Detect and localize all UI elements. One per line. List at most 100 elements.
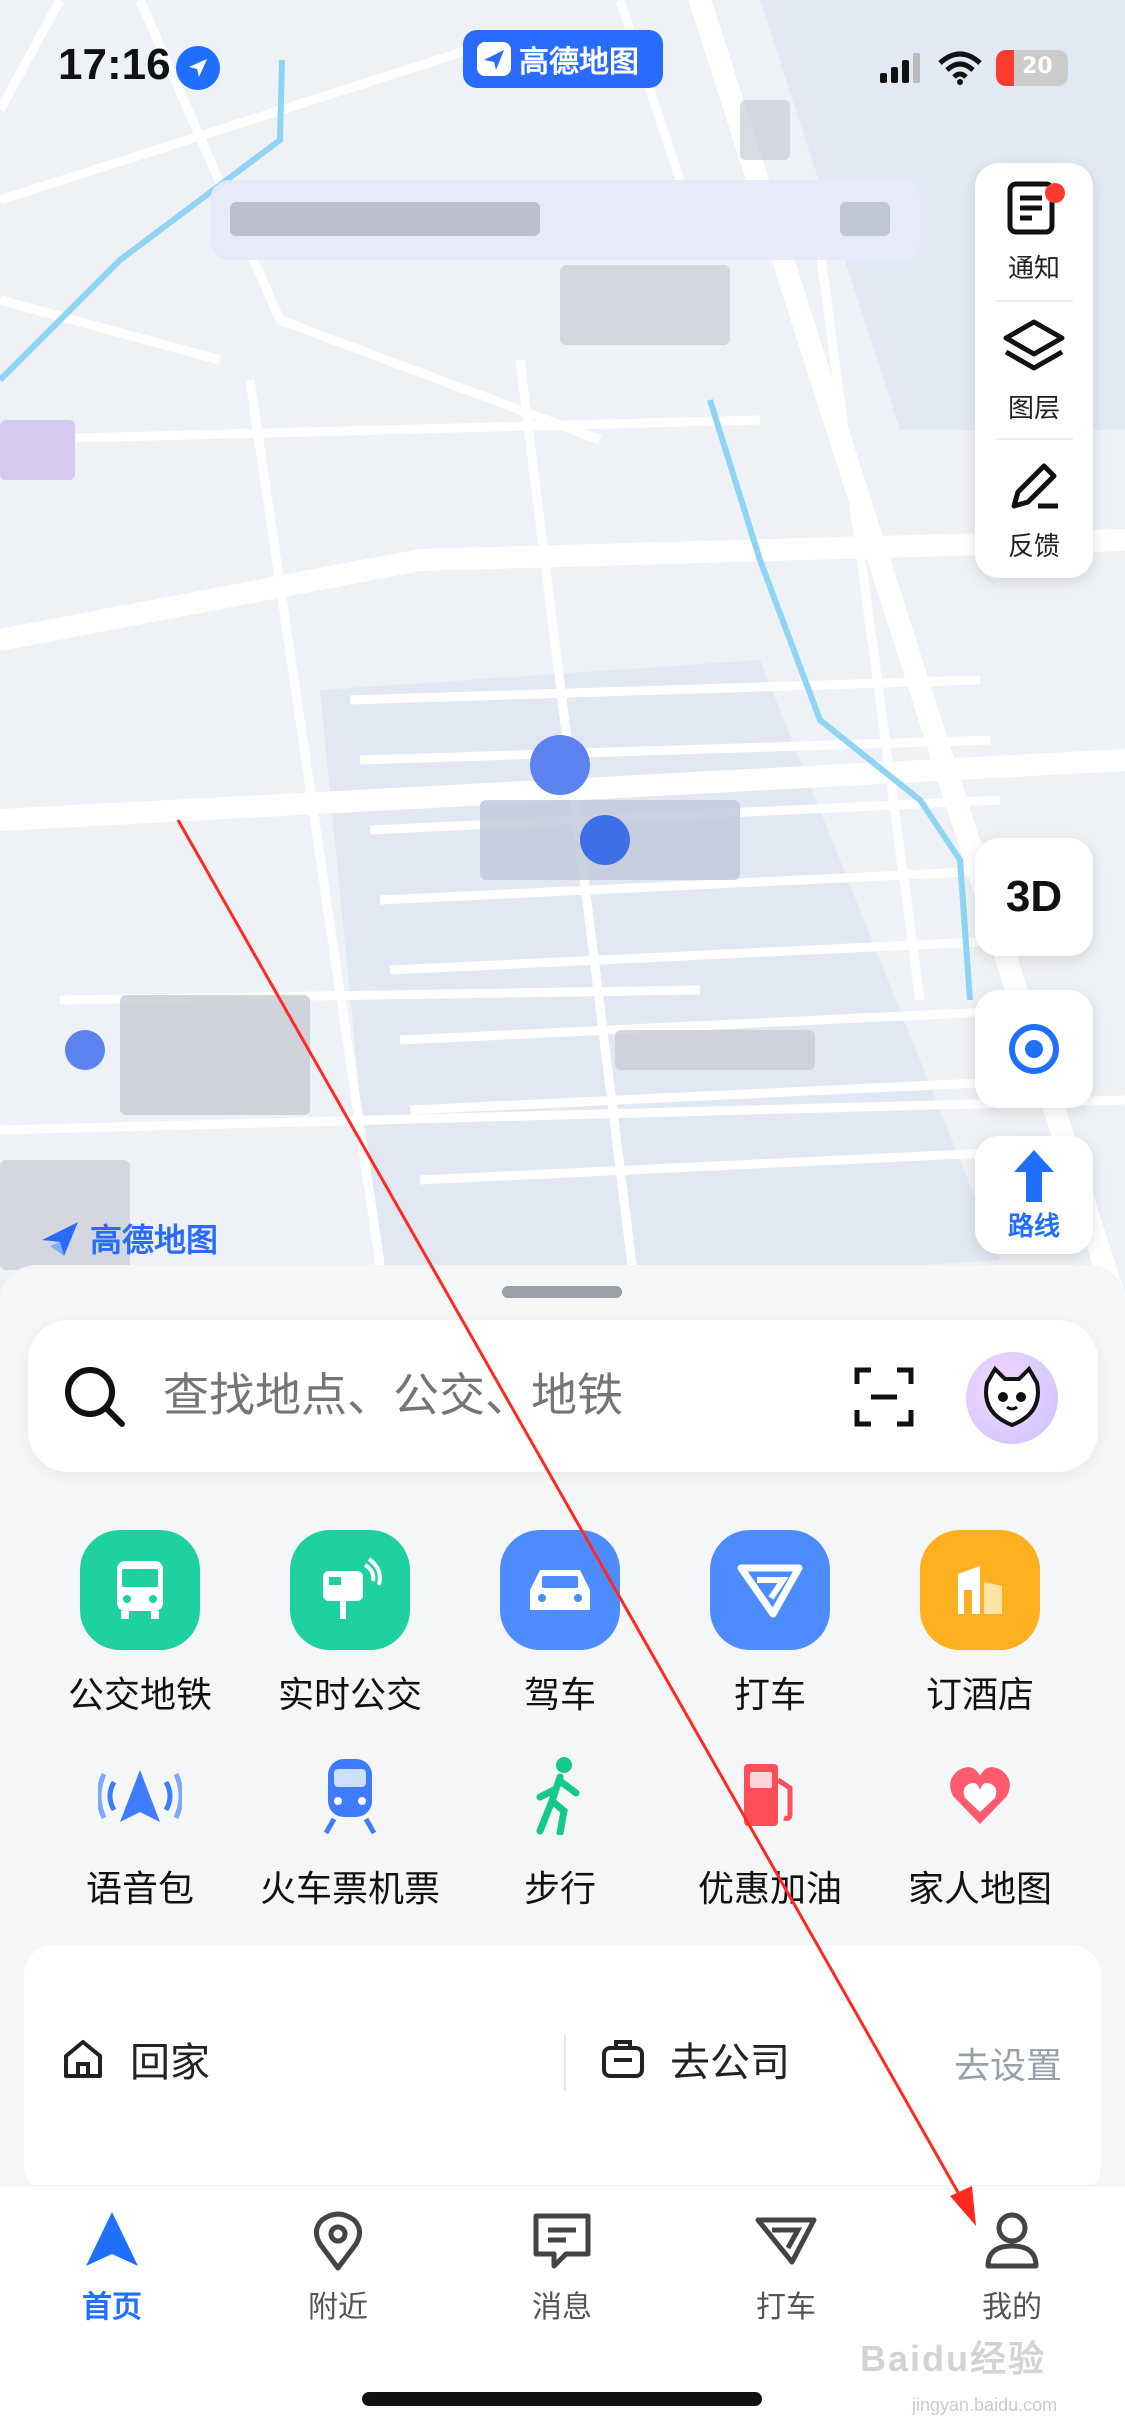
feedback-label: 反馈 bbox=[1007, 531, 1060, 562]
sheet-grabber[interactable] bbox=[502, 1286, 622, 1298]
battery-icon: 20 bbox=[996, 50, 1068, 86]
service-label: 订酒店 bbox=[925, 1675, 1034, 1716]
pencil-icon bbox=[1011, 463, 1058, 508]
3d-label: 3D bbox=[1005, 872, 1063, 921]
route-arrow-icon bbox=[1014, 1149, 1054, 1202]
layers-icon bbox=[1003, 319, 1065, 370]
bus-icon bbox=[80, 1530, 200, 1650]
cat-avatar-icon bbox=[984, 1365, 1040, 1428]
nearby-icon bbox=[314, 2211, 362, 2271]
tab-nearby[interactable]: 附近 bbox=[258, 2208, 418, 2326]
battery-level: 20 bbox=[1022, 54, 1053, 79]
service-label: 实时公交 bbox=[277, 1675, 422, 1716]
service-realtime-bus[interactable]: 实时公交 bbox=[245, 1530, 455, 1718]
map-label-blurred bbox=[560, 265, 730, 345]
taxi-icon bbox=[710, 1530, 830, 1650]
poi-marker[interactable] bbox=[65, 1030, 105, 1070]
divider bbox=[564, 2035, 566, 2091]
service-label: 驾车 bbox=[523, 1675, 596, 1716]
search-bar[interactable] bbox=[28, 1320, 1098, 1472]
map-logo: 高德地图 bbox=[38, 1215, 218, 1261]
tab-profile[interactable]: 我的 bbox=[932, 2208, 1092, 2326]
locate-icon bbox=[1009, 1024, 1059, 1074]
service-label: 语音包 bbox=[85, 1869, 194, 1910]
shortcuts-card: 回家 去公司 去设置 bbox=[24, 1945, 1101, 2195]
train-icon bbox=[305, 1750, 395, 1840]
map-label-blurred bbox=[615, 1030, 815, 1070]
3d-toggle-button[interactable]: 3D bbox=[975, 838, 1093, 956]
go-work-button[interactable]: 去公司 bbox=[600, 2030, 790, 2088]
hotel-icon bbox=[920, 1530, 1040, 1650]
app-badge: 高德地图 bbox=[463, 30, 663, 88]
realtime-bus-icon bbox=[290, 1530, 410, 1650]
watermark-url: jingyan.baidu.com bbox=[912, 2395, 1058, 2415]
map-view[interactable]: 17:16 高德地图 20 通知 图层 反馈 3D 路线 高德地图 bbox=[0, 0, 1125, 1400]
tab-home[interactable]: 首页 bbox=[32, 2208, 192, 2326]
briefcase-icon bbox=[602, 2040, 644, 2078]
go-home-label: 回家 bbox=[130, 2040, 210, 2086]
service-voice-pack[interactable]: 语音包 bbox=[30, 1750, 250, 1912]
amap-logo-icon bbox=[477, 42, 511, 76]
message-icon bbox=[533, 2213, 591, 2269]
watermark: Baidu经验 bbox=[860, 2338, 1047, 2379]
home-indicator[interactable] bbox=[362, 2392, 762, 2406]
home-icon bbox=[64, 2040, 102, 2078]
voice-pack-icon bbox=[95, 1750, 185, 1840]
poi-label-blurred bbox=[120, 995, 310, 1115]
service-train-flight[interactable]: 火车票机票 bbox=[240, 1750, 460, 1912]
amap-logo-icon bbox=[42, 1222, 78, 1256]
go-work-label: 去公司 bbox=[670, 2040, 790, 2086]
service-walk[interactable]: 步行 bbox=[450, 1750, 670, 1912]
map-logo-text: 高德地图 bbox=[90, 1221, 219, 1259]
poi-marker[interactable] bbox=[580, 815, 630, 865]
layers-label: 图层 bbox=[1007, 393, 1060, 424]
tab-taxi[interactable]: 打车 bbox=[706, 2208, 866, 2326]
fuel-icon bbox=[725, 1750, 815, 1840]
service-family-map[interactable]: 家人地图 bbox=[870, 1750, 1090, 1912]
service-label: 优惠加油 bbox=[697, 1869, 842, 1910]
top-info-banner[interactable] bbox=[210, 180, 920, 260]
service-label: 公交地铁 bbox=[67, 1675, 212, 1716]
service-drive[interactable]: 驾车 bbox=[455, 1530, 665, 1718]
notification-dot bbox=[1045, 183, 1065, 203]
scan-icon[interactable] bbox=[853, 1366, 915, 1432]
home-nav-icon bbox=[86, 2212, 138, 2266]
walk-icon bbox=[515, 1750, 605, 1840]
service-label: 火车票机票 bbox=[259, 1869, 440, 1910]
family-map-icon bbox=[935, 1750, 1025, 1840]
taxi-tab-icon bbox=[755, 2217, 817, 2265]
wifi-icon bbox=[938, 51, 982, 85]
status-time: 17:16 bbox=[58, 40, 171, 89]
tab-label: 我的 bbox=[982, 2290, 1042, 2325]
service-bus-metro[interactable]: 公交地铁 bbox=[35, 1530, 245, 1718]
go-home-button[interactable]: 回家 bbox=[60, 2030, 210, 2088]
poi-marker[interactable] bbox=[530, 735, 590, 795]
shortcut-settings-link[interactable]: 去设置 bbox=[954, 2037, 1062, 2089]
notify-button[interactable]: 通知 bbox=[975, 163, 1093, 297]
service-taxi[interactable]: 打车 bbox=[665, 1530, 875, 1718]
map-tools-panel: 通知 图层 反馈 bbox=[975, 163, 1093, 578]
route-label: 路线 bbox=[1007, 1211, 1060, 1242]
tab-label: 消息 bbox=[532, 2290, 592, 2325]
map-label-blurred bbox=[0, 420, 75, 480]
layers-button[interactable]: 图层 bbox=[975, 303, 1093, 437]
service-fuel[interactable]: 优惠加油 bbox=[660, 1750, 880, 1912]
tab-messages[interactable]: 消息 bbox=[482, 2208, 642, 2326]
tab-label: 打车 bbox=[756, 2290, 816, 2325]
assistant-avatar[interactable] bbox=[966, 1352, 1058, 1444]
tab-label: 附近 bbox=[308, 2290, 368, 2325]
search-icon bbox=[60, 1362, 128, 1434]
service-label: 步行 bbox=[523, 1869, 596, 1910]
signal-icon bbox=[880, 53, 920, 83]
tab-label: 首页 bbox=[82, 2290, 142, 2325]
notify-label: 通知 bbox=[1007, 253, 1060, 284]
system-icons: 20 bbox=[880, 48, 1068, 88]
search-input[interactable] bbox=[163, 1368, 763, 1422]
app-badge-label: 高德地图 bbox=[519, 45, 639, 80]
status-bar: 17:16 高德地图 20 bbox=[0, 0, 1125, 140]
service-hotel[interactable]: 订酒店 bbox=[875, 1530, 1085, 1718]
route-button[interactable]: 路线 bbox=[975, 1136, 1093, 1254]
profile-icon bbox=[985, 2212, 1039, 2269]
feedback-button[interactable]: 反馈 bbox=[975, 441, 1093, 575]
locate-me-button[interactable] bbox=[975, 990, 1093, 1108]
